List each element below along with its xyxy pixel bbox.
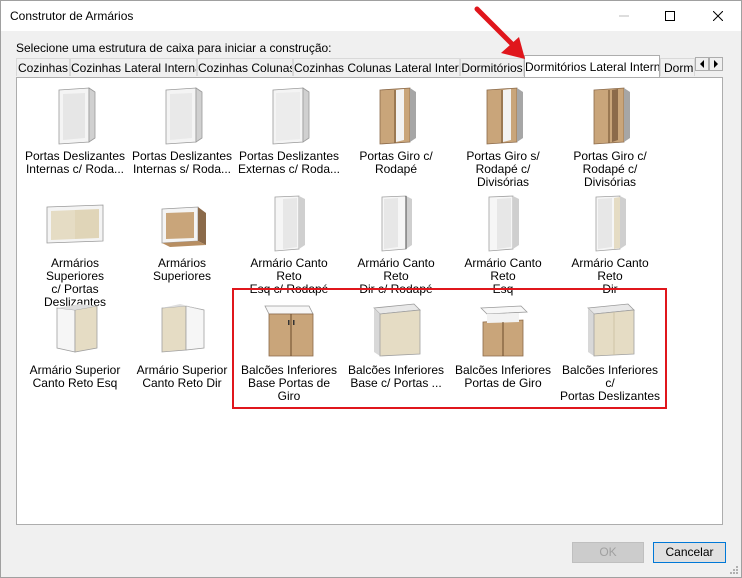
cabinet-wood-doors-icon [379, 87, 416, 145]
item-label-line1: Armário Canto Reto [571, 256, 649, 283]
minimize-icon [619, 15, 629, 17]
item-label-line2: Canto Reto Dir [142, 376, 222, 390]
close-icon [713, 11, 723, 21]
structure-item[interactable]: Portas Deslizantes Internas c/ Roda... [23, 82, 127, 182]
red-arrow-icon [474, 6, 525, 59]
ok-button[interactable]: OK [572, 542, 644, 563]
item-label-line2: Rodapé c/ Divisórias [582, 162, 638, 189]
instruction-text: Selecione uma estrutura de caixa para in… [16, 41, 332, 55]
item-label-line1: Armários Superiores [45, 256, 105, 283]
structure-item[interactable]: Armário Superior Canto Reto Esq [23, 296, 127, 396]
item-label-line1: Armário Canto Reto [464, 256, 542, 283]
maximize-button[interactable] [647, 1, 693, 31]
item-label-line2: Internas c/ Roda... [25, 162, 125, 176]
close-button[interactable] [695, 1, 741, 31]
item-label-line2: Rodapé c/ Divisórias [475, 162, 531, 189]
cabinet-wood-doors-icon [486, 87, 523, 145]
structure-item[interactable]: Armário Canto Reto Esq [451, 189, 555, 296]
tab-scroll-left-button[interactable] [695, 57, 709, 71]
tab-cozinhas[interactable]: Cozinhas [16, 58, 70, 76]
item-label-line2: Canto Reto Esq [32, 376, 118, 390]
cabinet-open-white-icon [165, 87, 203, 145]
tab-cozinhas-lateral-interna[interactable]: Cozinhas Lateral Interna [70, 58, 197, 76]
upper-cabinet-sliding-icon [46, 204, 104, 244]
item-label-line1: Armário Canto Reto [250, 256, 328, 283]
tab-cozinhas-colunas[interactable]: Cozinhas Colunas [197, 58, 293, 76]
structure-item[interactable]: Armários Superiores c/ Portas Deslizantes [23, 189, 127, 309]
item-label-line2: Rodapé [374, 162, 418, 176]
upper-cabinet-icon [161, 206, 206, 247]
cabinet-open-white-icon [272, 87, 310, 145]
cancel-button[interactable]: Cancelar [653, 542, 726, 563]
window-title: Construtor de Armários [10, 9, 134, 23]
highlight-box [232, 288, 667, 409]
maximize-icon [665, 11, 675, 21]
upper-corner-cabinet-icon [161, 304, 205, 353]
structure-item[interactable]: Armário Canto Reto Dir c/ Rodapé [344, 189, 448, 296]
corner-cabinet-icon [274, 195, 305, 252]
structure-item[interactable]: Armário Canto Reto Esq c/ Rodapé [237, 189, 341, 296]
tab-scroll-right-button[interactable] [709, 57, 723, 71]
title-bar[interactable]: Construtor de Armários [1, 1, 741, 31]
tab-dormit[interactable]: Dormit [660, 58, 695, 76]
item-label-line2: Internas s/ Roda... [132, 162, 232, 176]
corner-cabinet-icon [595, 195, 626, 252]
tab-cozinhas-colunas-lateral-interna[interactable]: Cozinhas Colunas Lateral Interna [293, 58, 460, 76]
structure-item[interactable]: Armários Superiores [130, 189, 234, 289]
structure-item[interactable]: Portas Deslizantes Externas c/ Roda... [237, 82, 341, 182]
arrow-right-icon [714, 60, 718, 68]
corner-cabinet-icon [488, 195, 519, 252]
item-label-line2: Externas c/ Roda... [237, 162, 341, 176]
cabinet-open-white-icon [58, 87, 96, 145]
cabinet-builder-window: Construtor de Armários Selecione uma est… [0, 0, 742, 578]
structure-item[interactable]: Armário Canto Reto Dir [558, 189, 662, 296]
tab-dormitorios-lateral-interna[interactable]: Dormitórios Lateral Interna [524, 55, 660, 77]
structure-item[interactable]: Portas Giro c/Rodapé [344, 82, 448, 182]
structure-item[interactable]: Portas Deslizantes Internas s/ Roda... [130, 82, 234, 182]
corner-cabinet-icon [381, 195, 412, 252]
resize-grip-icon[interactable] [729, 565, 739, 575]
item-label-line1: Armário Canto Reto [357, 256, 435, 283]
arrow-left-icon [700, 60, 704, 68]
upper-corner-cabinet-icon [56, 304, 98, 353]
structure-item[interactable]: Armário Superior Canto Reto Dir [130, 296, 234, 396]
cabinet-wood-doors-icon [593, 87, 630, 145]
structure-item[interactable]: Portas Giro c/Rodapé c/ Divisórias [558, 82, 662, 189]
structure-item[interactable]: Portas Giro s/Rodapé c/ Divisórias [451, 82, 555, 189]
item-label-line1: Armários Superiores [152, 256, 212, 283]
minimize-button[interactable] [601, 1, 647, 31]
